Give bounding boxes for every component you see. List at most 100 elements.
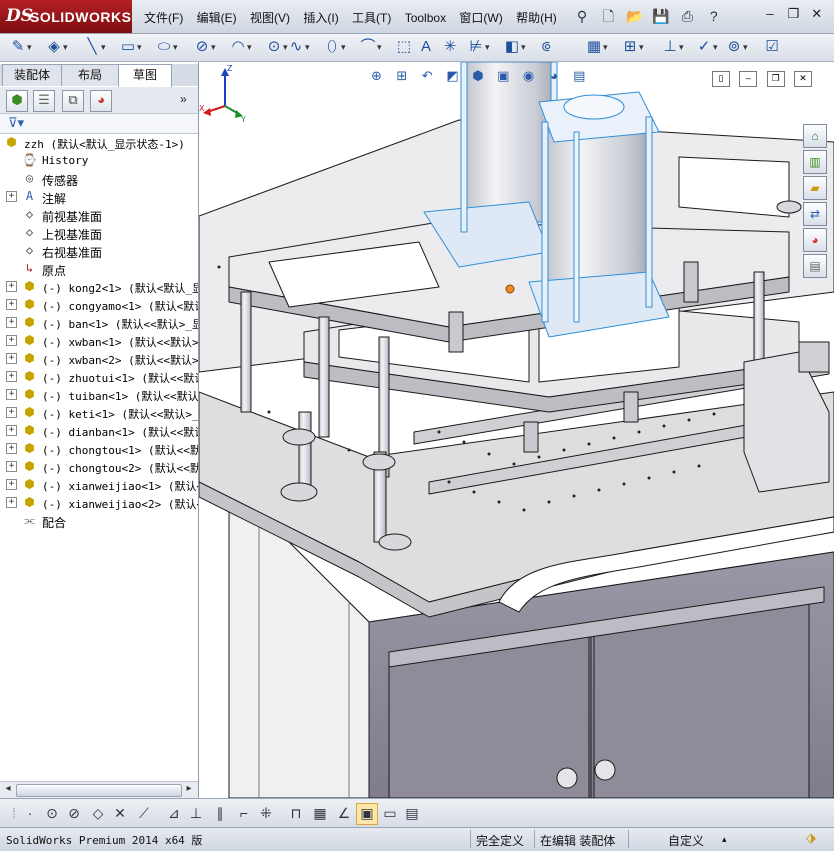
custom-properties-icon[interactable]: ▤ [803, 254, 827, 278]
tree-component-row[interactable]: + ⬢ (-) xwban<2> (默认<<默认> [0, 350, 198, 368]
help-icon[interactable]: ? [704, 6, 724, 26]
tree-component-row[interactable]: + ⬢ (-) ban<1> (默认<<默认>_显 [0, 314, 198, 332]
menu-file[interactable]: 文件(F) [144, 9, 183, 26]
expand-toggle-icon[interactable]: + [6, 335, 17, 346]
view-orientation-icon[interactable]: ⬢ [468, 66, 487, 85]
expand-toggle-icon[interactable]: + [6, 407, 17, 418]
hide-show-icon[interactable]: ◉ [519, 66, 538, 85]
intersection-snap-icon[interactable]: ✕ [110, 803, 130, 823]
tab-assembly[interactable]: 装配体 [2, 64, 62, 86]
tree-horizontal-scrollbar[interactable]: ◂ ▸ [0, 781, 198, 798]
tree-component-row[interactable]: + ⬢ (-) xianweijiao<1> (默认< [0, 476, 198, 494]
expand-toggle-icon[interactable]: + [6, 299, 17, 310]
status-tag-icon[interactable]: ⬗ [806, 830, 816, 846]
sketch-icon[interactable]: ✎ [8, 37, 32, 57]
smart-dimension-icon[interactable]: ◈ [44, 37, 67, 57]
menu-view[interactable]: 视图(V) [250, 9, 290, 26]
plane-icon[interactable]: ⬚ [394, 37, 414, 57]
tree-component-row[interactable]: + ⬢ (-) congyamo<1> (默认<默认 [0, 296, 198, 314]
open-icon[interactable]: 📂 [625, 6, 645, 26]
expand-toggle-icon[interactable]: + [6, 443, 17, 454]
scroll-thumb[interactable] [16, 784, 182, 797]
spline-icon[interactable]: ∿ [286, 37, 310, 57]
menu-tools[interactable]: 工具(T) [352, 9, 391, 26]
tab-sketch[interactable]: 草图 [118, 64, 172, 87]
design-library-icon[interactable]: ▥ [803, 150, 827, 174]
tree-component-row[interactable]: + ⬢ (-) chongtou<2> (默认<<默 [0, 458, 198, 476]
center-snap-icon[interactable]: ⊙ [42, 803, 62, 823]
viewport-split-icon[interactable]: ▯ [712, 71, 730, 87]
feature-tree-icon[interactable]: ⬢ [6, 90, 28, 112]
expand-toggle-icon[interactable]: + [6, 371, 17, 382]
scroll-left-icon[interactable]: ◂ [1, 783, 15, 794]
polygon-icon[interactable]: ⊙ [264, 37, 288, 57]
menu-help[interactable]: 帮助(H) [516, 9, 557, 26]
zoom-area-icon[interactable]: ⊞ [392, 66, 411, 85]
expand-toggle-icon[interactable]: + [6, 191, 17, 202]
point-snap-icon[interactable]: · [20, 803, 40, 823]
expand-toggle-icon[interactable]: + [6, 353, 17, 364]
trim-icon[interactable]: ⊭ [466, 37, 489, 57]
viewport-minimize-icon[interactable]: – [739, 71, 758, 87]
dimension-icon[interactable]: ⊓ [286, 803, 306, 823]
menu-insert[interactable]: 插入(I) [303, 9, 338, 26]
solidworks-logo[interactable]: DS SOLIDWORKS [0, 0, 132, 33]
text-icon[interactable]: A [416, 37, 436, 57]
expand-toggle-icon[interactable]: + [6, 317, 17, 328]
pin-icon[interactable]: ⚲ [572, 6, 592, 26]
tree-component-row[interactable]: + ⬢ (-) xwban<1> (默认<<默认> [0, 332, 198, 350]
section-view-icon[interactable]: ◩ [443, 66, 462, 85]
tree-item-history[interactable]: ⌚ History [0, 152, 198, 170]
tree-component-row[interactable]: + ⬢ (-) zhuotui<1> (默认<<默认 [0, 368, 198, 386]
tree-component-row[interactable]: + ⬢ (-) xianweijiao<2> (默认< [0, 494, 198, 512]
offset-icon[interactable]: ⟃ [536, 37, 556, 57]
zoom-to-fit-icon[interactable]: ⊕ [367, 66, 386, 85]
new-doc-icon[interactable]: 🗋 [598, 6, 618, 26]
expand-toggle-icon[interactable]: + [6, 479, 17, 490]
apply-scene-icon[interactable]: ▤ [570, 66, 589, 85]
tree-component-row[interactable]: + ⬢ (-) keti<1> (默认<<默认>_ [0, 404, 198, 422]
file-explorer-icon[interactable]: ▰ [803, 176, 827, 200]
menu-toolbox[interactable]: Toolbox [405, 11, 446, 25]
repair-sketch-icon[interactable]: ✓ [694, 37, 718, 57]
close-button[interactable]: ✕ [807, 6, 827, 22]
graphics-viewport[interactable]: ⊕ ⊞ ↶ ◩ ⬢ ▣ ◉ ◕ ▤ ▯ – ❐ ✕ ⌂ ▥ ▰ ⇄ ◕ ▤ Z … [199, 62, 834, 798]
rectangle-icon[interactable]: ▭ [118, 37, 142, 57]
tree-root[interactable]: ⬢ zzh (默认<默认_显示状态-1>) [0, 134, 198, 152]
expand-toggle-icon[interactable]: + [6, 281, 17, 292]
expand-panel-icon[interactable]: » [180, 92, 187, 106]
viewport-close-icon[interactable]: ✕ [794, 71, 813, 87]
restore-button[interactable]: ❐ [783, 6, 803, 22]
expand-toggle-icon[interactable]: + [6, 425, 17, 436]
tree-item-annotation[interactable]: + A 注解 [0, 188, 198, 206]
tree-component-row[interactable]: + ⬢ (-) kong2<1> (默认<默认_显 [0, 278, 198, 296]
filter-icon[interactable]: ⊽▾ [8, 115, 24, 131]
status-units-arrow-icon[interactable]: ▴ [722, 834, 727, 845]
linear-pattern-icon[interactable]: ▦ [584, 37, 608, 57]
ellipse-icon[interactable]: ⬯ [322, 37, 345, 57]
expand-toggle-icon[interactable]: + [6, 497, 17, 508]
box-select-icon[interactable]: ▣ [356, 803, 378, 825]
expand-toggle-icon[interactable]: + [6, 461, 17, 472]
tangent-snap-icon[interactable]: ⊿ [164, 803, 184, 823]
angle-icon[interactable]: ∠ [334, 803, 354, 823]
view-palette-icon[interactable]: ⇄ [803, 202, 827, 226]
line-icon[interactable]: ╲ [82, 37, 105, 57]
property-manager-icon[interactable]: ☰ [33, 90, 55, 112]
tree-component-row[interactable]: + ⬢ (-) chongtou<1> (默认<<默 [0, 440, 198, 458]
menu-edit[interactable]: 编辑(E) [197, 9, 237, 26]
tree-component-row[interactable]: + ⬢ (-) tuiban<1> (默认<<默认> [0, 386, 198, 404]
midpoint-snap-icon[interactable]: ⊘ [64, 803, 84, 823]
circle-icon[interactable]: ⊘ [192, 37, 216, 57]
tree-item-plane[interactable]: ◇ 前视基准面 [0, 206, 198, 224]
scroll-right-icon[interactable]: ▸ [182, 783, 196, 794]
tree-item-plane[interactable]: ◇ 右视基准面 [0, 242, 198, 260]
slot-icon[interactable]: ⬭ [154, 37, 178, 57]
parallel-snap-icon[interactable]: ∥ [210, 803, 230, 823]
previous-view-icon[interactable]: ↶ [418, 66, 437, 85]
appearance-icon[interactable]: ◕ [90, 90, 112, 112]
menu-window[interactable]: 窗口(W) [459, 9, 502, 26]
tree-item-origin[interactable]: ↳ 原点 [0, 260, 198, 278]
move-entities-icon[interactable]: ⊞ [620, 37, 644, 57]
display-relations-icon[interactable]: ⊥ [660, 37, 683, 57]
